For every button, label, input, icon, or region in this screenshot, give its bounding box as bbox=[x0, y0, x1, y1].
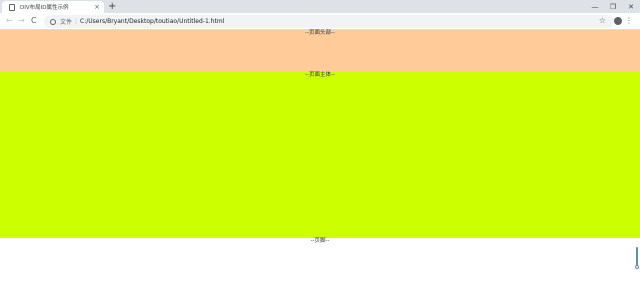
bookmark-star-icon[interactable]: ☆ bbox=[599, 15, 606, 27]
scheme-label: 文件 bbox=[60, 19, 73, 26]
scroll-knob[interactable] bbox=[635, 265, 639, 269]
window-controls: — ❐ ✕ bbox=[586, 0, 640, 13]
maximize-button[interactable]: ❐ bbox=[604, 0, 622, 13]
forward-arrow-icon[interactable]: → bbox=[18, 15, 25, 27]
browser-titlebar: DIV布局ID属性示例 × + — ❐ ✕ bbox=[0, 0, 640, 13]
back-arrow-icon[interactable]: ← bbox=[6, 15, 13, 27]
page-content: --页面头部-- --页面主体-- --页脚-- bbox=[0, 30, 640, 283]
header-label: --页面头部-- bbox=[305, 30, 335, 36]
tab-close-icon[interactable]: × bbox=[94, 3, 100, 11]
scroll-handle-icon[interactable] bbox=[635, 247, 639, 269]
footer-label: --页脚-- bbox=[310, 238, 330, 244]
url-text[interactable]: C:/Users/Bryant/Desktop/toutiao/Untitled… bbox=[80, 18, 224, 25]
separator: | bbox=[75, 18, 78, 25]
page-footer-block: --页脚-- bbox=[0, 238, 640, 283]
profile-avatar-icon[interactable] bbox=[614, 17, 622, 25]
tab-title: DIV布局ID属性示例 bbox=[20, 5, 69, 11]
browser-toolbar: ← → C 文件 | C:/Users/Bryant/Desktop/touti… bbox=[0, 13, 640, 30]
page-icon bbox=[9, 3, 15, 11]
minimize-button[interactable]: — bbox=[586, 0, 604, 13]
browser-tab[interactable]: DIV布局ID属性示例 × bbox=[2, 1, 104, 13]
page-main-block: --页面主体-- bbox=[0, 72, 640, 238]
address-bar[interactable]: 文件 | C:/Users/Bryant/Desktop/toutiao/Unt… bbox=[44, 15, 614, 28]
scroll-line bbox=[636, 247, 638, 267]
page-header-block: --页面头部-- bbox=[0, 30, 640, 72]
reload-icon[interactable]: C bbox=[31, 15, 37, 27]
new-tab-button[interactable]: + bbox=[108, 1, 116, 12]
info-icon[interactable] bbox=[50, 18, 56, 25]
menu-dots-icon[interactable]: ⋮ bbox=[625, 15, 633, 27]
main-label: --页面主体-- bbox=[305, 72, 335, 78]
close-window-button[interactable]: ✕ bbox=[622, 0, 640, 13]
